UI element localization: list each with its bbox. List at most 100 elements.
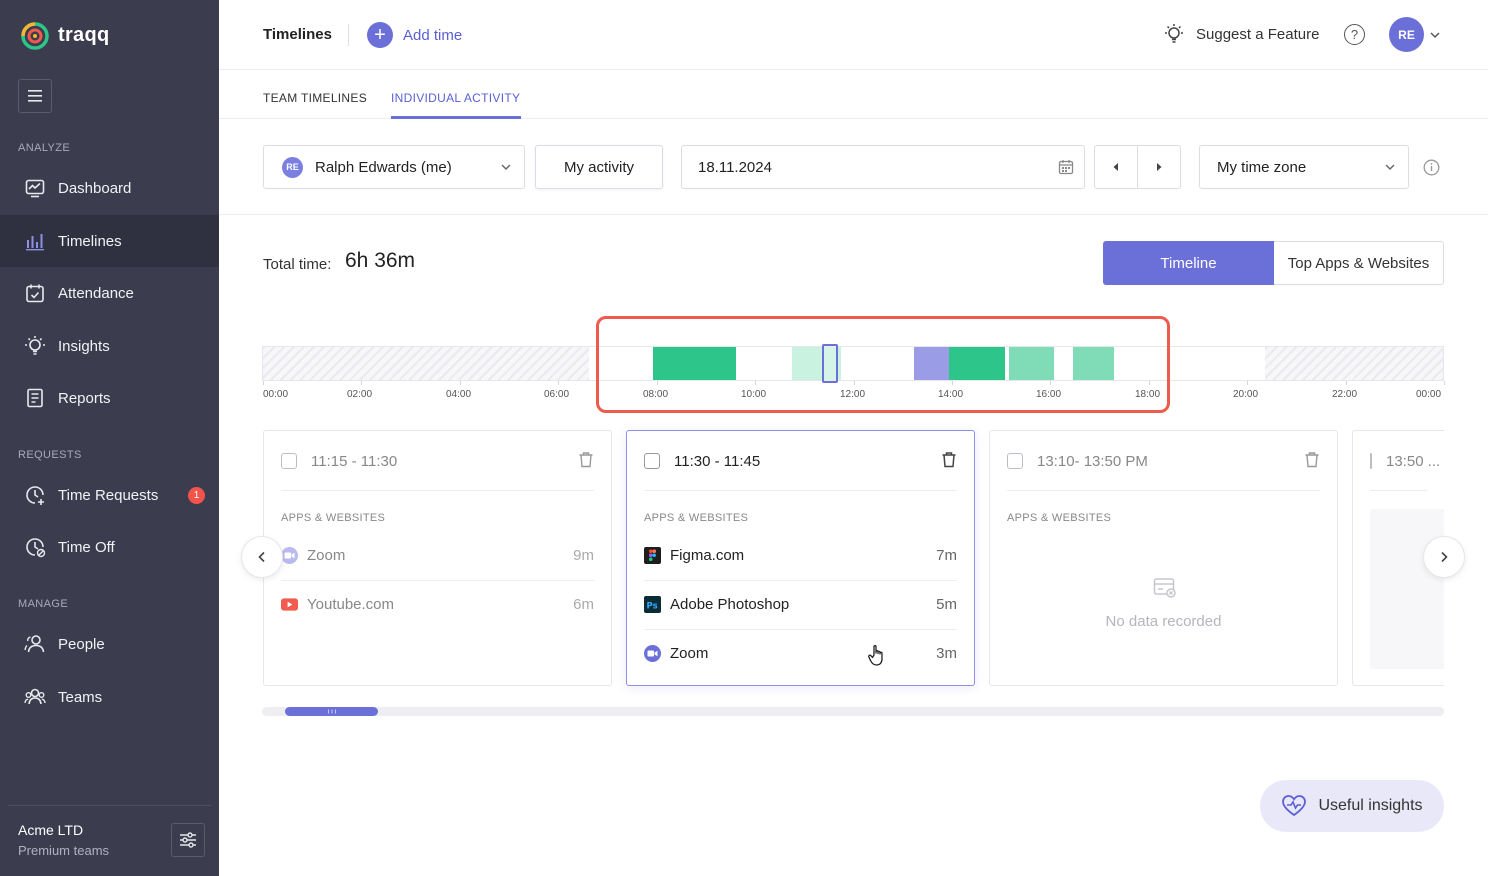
teams-icon [24, 686, 46, 708]
lightbulb-icon [1165, 24, 1183, 43]
trash-icon[interactable] [941, 451, 957, 472]
cards-next-button[interactable] [1423, 536, 1465, 578]
card-divider [281, 490, 594, 491]
time-slot-card-selected[interactable]: 11:30 - 11:45 APPS & WEBSITES Figma.com … [626, 430, 975, 686]
info-icon[interactable] [1423, 159, 1440, 176]
timeline-tick-label: 02:00 [347, 389, 373, 400]
card-header: 11:15 - 11:30 [281, 451, 594, 471]
useful-insights-button[interactable]: Useful insights [1260, 780, 1444, 832]
user-select[interactable]: RE Ralph Edwards (me) [263, 145, 525, 189]
app-name: Zoom [307, 547, 346, 564]
sidebar: traqq ANALYZE Dashboard Timelines Attend… [0, 0, 219, 876]
useful-insights-label: Useful insights [1318, 797, 1423, 814]
cards-scroll-track[interactable] [262, 707, 1444, 716]
card-checkbox[interactable] [281, 453, 297, 469]
org-plan: Premium teams [18, 843, 110, 858]
card-header: 13:10- 13:50 PM [1007, 451, 1320, 471]
time-slot-card[interactable]: 13:10- 13:50 PM APPS & WEBSITES No data … [989, 430, 1338, 686]
youtube-icon [281, 596, 298, 613]
user-avatar[interactable]: RE [1389, 17, 1424, 52]
time-requests-badge: 1 [188, 487, 205, 504]
card-checkbox[interactable] [644, 453, 660, 469]
chevron-down-icon [501, 164, 511, 170]
sidebar-item-label: People [58, 635, 105, 653]
caret-right-icon [1157, 163, 1162, 171]
timeline-tick-label: 00:00 [1416, 389, 1442, 400]
traqq-logo-icon [21, 22, 49, 50]
app-row: Figma.com 7m [644, 531, 957, 580]
dashboard-icon [24, 177, 46, 199]
tab-team-timelines[interactable]: TEAM TIMELINES [263, 91, 367, 105]
card-placeholder [1370, 509, 1444, 669]
timeline-inactive-after [1265, 347, 1443, 380]
help-icon[interactable]: ? [1344, 24, 1365, 45]
menu-toggle-button[interactable] [18, 79, 52, 113]
tab-individual-activity[interactable]: INDIVIDUAL ACTIVITY [391, 91, 520, 105]
trash-icon[interactable] [1304, 451, 1320, 472]
next-day-button[interactable] [1137, 145, 1181, 189]
card-time-range: 11:15 - 11:30 [311, 452, 398, 470]
sidebar-item-label: Teams [58, 688, 103, 706]
hand-pointer-cursor-icon [868, 644, 883, 666]
chevron-right-icon [1441, 551, 1448, 563]
header-divider [348, 24, 349, 46]
chevron-left-icon [258, 551, 265, 563]
timezone-value: My time zone [1217, 158, 1307, 176]
sidebar-item-insights[interactable]: Insights [0, 320, 219, 372]
app-name: Figma.com [670, 547, 745, 564]
prev-day-button[interactable] [1094, 145, 1138, 189]
brand-logo[interactable]: traqq [20, 18, 110, 52]
my-activity-label: My activity [563, 158, 634, 176]
sidebar-item-time-requests[interactable]: Time Requests [0, 469, 219, 521]
card-checkbox[interactable] [1007, 453, 1023, 469]
top-apps-view-button[interactable]: Top Apps & Websites [1274, 241, 1444, 285]
brand-name: traqq [58, 23, 110, 46]
timeline-tick-mark [460, 381, 461, 385]
add-time-button[interactable]: + Add time [367, 22, 462, 48]
card-divider [644, 490, 957, 491]
no-data-icon [1153, 578, 1176, 598]
timeline-tick-mark [263, 381, 264, 385]
card-header: 11:30 - 11:45 [644, 451, 957, 471]
time-off-icon [24, 536, 46, 558]
sidebar-item-people[interactable]: People [0, 618, 219, 670]
time-slot-card[interactable]: 11:15 - 11:30 APPS & WEBSITES Zoom 9m Yo… [263, 430, 612, 686]
cards-prev-button[interactable] [241, 536, 283, 578]
sidebar-item-label: Reports [58, 389, 111, 407]
sidebar-item-time-off[interactable]: Time Off [0, 521, 219, 573]
timeline-tick-label: 20:00 [1233, 389, 1259, 400]
timezone-select[interactable]: My time zone [1199, 145, 1409, 189]
sidebar-item-teams[interactable]: Teams [0, 671, 219, 723]
no-data-message: No data recorded [1105, 613, 1222, 630]
timeline-view-button[interactable]: Timeline [1103, 241, 1274, 285]
user-select-value: Ralph Edwards (me) [315, 158, 452, 176]
timelines-icon [24, 230, 46, 252]
sidebar-item-label: Time Requests [58, 486, 159, 504]
app-duration: 9m [573, 547, 594, 564]
view-tabs: TEAM TIMELINES INDIVIDUAL ACTIVITY [219, 70, 1488, 119]
apps-websites-label: APPS & WEBSITES [1007, 512, 1112, 524]
sidebar-item-timelines[interactable]: Timelines [0, 215, 219, 267]
cards-scroll-thumb[interactable] [285, 707, 378, 716]
app-name: Adobe Photoshop [670, 596, 790, 613]
date-input[interactable]: 18.11.2024 [681, 145, 1085, 189]
sidebar-item-dashboard[interactable]: Dashboard [0, 162, 219, 214]
app-duration: 5m [936, 596, 957, 613]
card-checkbox[interactable] [1370, 453, 1372, 469]
chevron-down-icon[interactable] [1429, 28, 1441, 46]
timeline-tick-mark [558, 381, 559, 385]
org-settings-button[interactable] [171, 823, 205, 857]
sidebar-item-attendance[interactable]: Attendance [0, 267, 219, 319]
zoom-icon [644, 645, 661, 662]
sidebar-item-reports[interactable]: Reports [0, 372, 219, 424]
svg-text:Ps: Ps [647, 602, 658, 612]
add-time-label: Add time [403, 26, 463, 44]
timeline-highlight-annotation [596, 316, 1170, 413]
timeline-tick-mark [1346, 381, 1347, 385]
trash-icon[interactable] [578, 451, 594, 472]
top-bar: Timelines + Add time Suggest a Feature ?… [219, 0, 1488, 70]
my-activity-button[interactable]: My activity [535, 145, 663, 189]
figma-icon [644, 547, 661, 564]
date-value: 18.11.2024 [698, 158, 772, 176]
suggest-feature-button[interactable]: Suggest a Feature [1162, 22, 1319, 46]
